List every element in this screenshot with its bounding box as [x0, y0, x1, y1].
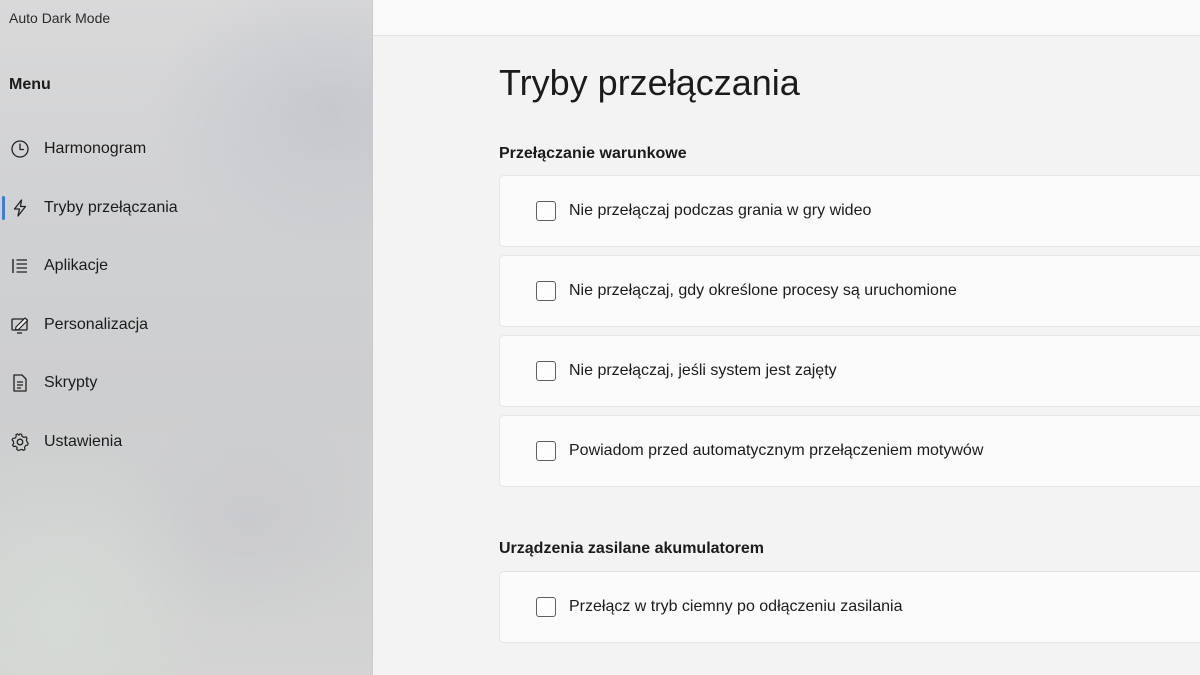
- personalize-icon: [10, 315, 30, 335]
- section-title-battery: Urządzenia zasilane akumulatorem: [499, 540, 764, 557]
- sidebar-item-harmonogram[interactable]: Harmonogram: [0, 120, 372, 179]
- selected-indicator: [2, 195, 5, 220]
- title-bar: [373, 0, 1200, 36]
- list-icon: [10, 256, 30, 276]
- sidebar-item-label: Skrypty: [44, 374, 98, 392]
- option-label: Przełącz w tryb ciemny po odłączeniu zas…: [569, 598, 903, 615]
- main-content: Tryby przełączania Przełączanie warunkow…: [373, 0, 1200, 675]
- sidebar-item-personalizacja[interactable]: Personalizacja: [0, 296, 372, 355]
- checkbox[interactable]: [536, 281, 556, 301]
- sidebar-item-ustawienia[interactable]: Ustawienia: [0, 413, 372, 472]
- sidebar-item-label: Personalizacja: [44, 315, 149, 333]
- option-label: Nie przełączaj, jeśli system jest zajęty: [569, 362, 837, 379]
- gear-icon: [10, 432, 30, 452]
- checkbox[interactable]: [536, 361, 556, 381]
- sidebar-nav: Harmonogram Tryby przełączania Aplikacje…: [0, 120, 372, 471]
- sidebar: Auto Dark Mode Menu Harmonogram Tryby pr…: [0, 0, 373, 675]
- section-title-conditional: Przełączanie warunkowe: [499, 145, 687, 162]
- app-title: Auto Dark Mode: [9, 10, 111, 26]
- sidebar-item-aplikacje[interactable]: Aplikacje: [0, 237, 372, 296]
- clock-icon: [10, 139, 30, 159]
- document-icon: [10, 373, 30, 393]
- lightning-icon: [10, 198, 30, 218]
- sidebar-item-label: Harmonogram: [44, 140, 147, 158]
- option-label: Powiadom przed automatycznym przełączeni…: [569, 442, 984, 459]
- option-no-switch-busy[interactable]: Nie przełączaj, jeśli system jest zajęty: [499, 335, 1200, 407]
- sidebar-item-label: Aplikacje: [44, 257, 109, 275]
- sidebar-item-label: Tryby przełączania: [44, 198, 178, 216]
- option-no-switch-gaming[interactable]: Nie przełączaj podczas grania w gry wide…: [499, 175, 1200, 247]
- menu-title: Menu: [9, 76, 51, 93]
- sidebar-item-label: Ustawienia: [44, 432, 123, 450]
- checkbox[interactable]: [536, 441, 556, 461]
- page-title: Tryby przełączania: [499, 62, 800, 103]
- option-dark-on-battery[interactable]: Przełącz w tryb ciemny po odłączeniu zas…: [499, 571, 1200, 643]
- option-label: Nie przełączaj, gdy określone procesy są…: [569, 282, 957, 299]
- option-label: Nie przełączaj podczas grania w gry wide…: [569, 202, 872, 219]
- checkbox[interactable]: [536, 201, 556, 221]
- option-notify-before-switch[interactable]: Powiadom przed automatycznym przełączeni…: [499, 415, 1200, 487]
- option-no-switch-processes[interactable]: Nie przełączaj, gdy określone procesy są…: [499, 255, 1200, 327]
- sidebar-item-tryby-przelaczania[interactable]: Tryby przełączania: [0, 179, 372, 238]
- sidebar-item-skrypty[interactable]: Skrypty: [0, 354, 372, 413]
- checkbox[interactable]: [536, 597, 556, 617]
